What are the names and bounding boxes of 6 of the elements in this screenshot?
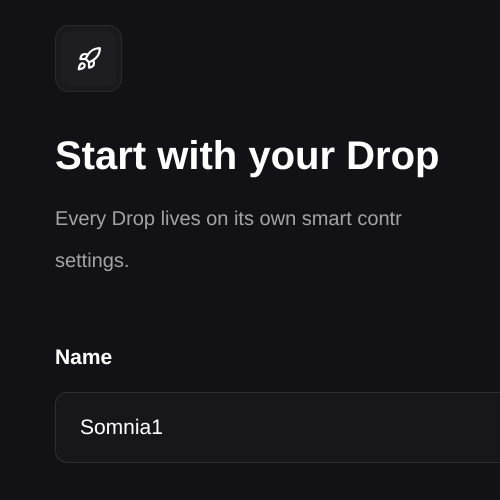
rocket-icon bbox=[76, 46, 102, 72]
field-label: Name bbox=[55, 345, 112, 371]
name-field[interactable]: Somnia1 bbox=[55, 392, 500, 463]
heading: Start with your Drop bbox=[55, 133, 440, 180]
description-line: settings. bbox=[55, 249, 130, 274]
description-line: Every Drop lives on its own smart contr bbox=[55, 207, 402, 232]
